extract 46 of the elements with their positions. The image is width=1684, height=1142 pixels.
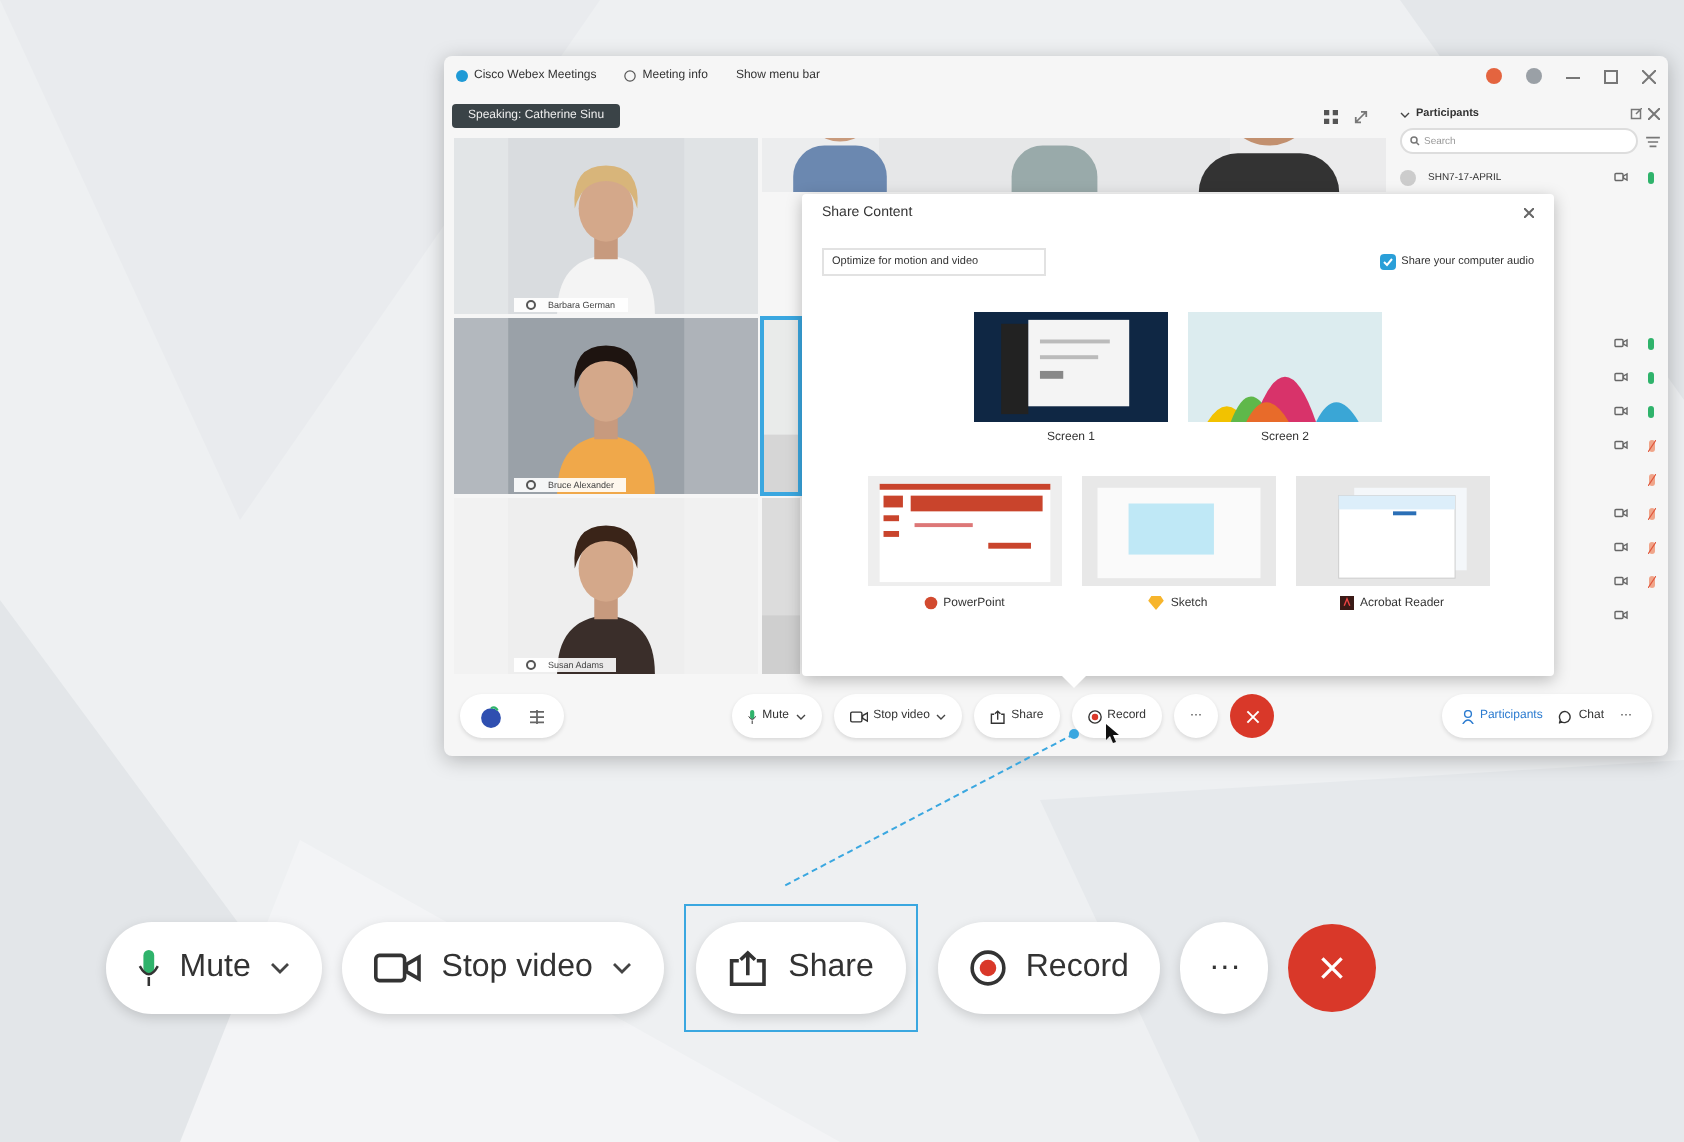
end-meeting-button[interactable]: [1230, 694, 1274, 738]
maximize-icon[interactable]: [1604, 69, 1618, 83]
avatar-icon: [1400, 169, 1416, 185]
webex-logo-icon: [456, 70, 468, 82]
close-icon[interactable]: [1642, 69, 1656, 83]
filter-icon[interactable]: [1646, 135, 1660, 147]
search-icon: [1410, 136, 1420, 146]
expand-icon[interactable]: [1354, 109, 1368, 123]
share-icon: [989, 709, 1006, 723]
app-icon: [1339, 596, 1354, 610]
share-button[interactable]: Share: [684, 904, 918, 1032]
grid-icon[interactable]: [530, 709, 544, 723]
caret-icon[interactable]: [270, 962, 291, 974]
mute-button[interactable]: Mute: [106, 922, 323, 1014]
cursor-icon: [1106, 724, 1120, 744]
close-icon: [1320, 956, 1345, 980]
checkbox[interactable]: [1379, 254, 1396, 270]
signal-icon: [526, 480, 536, 490]
caret-icon[interactable]: [612, 962, 633, 974]
popout-icon[interactable]: [1630, 108, 1642, 120]
camera-icon: [849, 709, 868, 723]
grid-view-icon[interactable]: [1324, 109, 1338, 123]
record-button[interactable]: Record: [937, 922, 1161, 1014]
person-icon: [1461, 709, 1474, 723]
microphone-icon: [138, 950, 160, 986]
caret-icon[interactable]: [935, 713, 946, 719]
caret-icon[interactable]: [795, 713, 805, 719]
status-dot-icon: [1486, 68, 1502, 84]
signal-icon: [526, 300, 536, 310]
caret-icon[interactable]: [1400, 111, 1410, 117]
close-icon[interactable]: [1524, 208, 1534, 218]
camera-icon: [374, 950, 422, 986]
share-icon: [728, 950, 769, 986]
close-icon: [1245, 709, 1259, 723]
app-icon: [923, 596, 938, 610]
record-icon: [969, 950, 1006, 986]
signal-icon: [526, 660, 536, 670]
info-icon: [624, 70, 637, 82]
webex-logo-icon[interactable]: [480, 705, 502, 727]
diamond-icon: [1148, 596, 1165, 610]
avatar-icon: [1526, 68, 1542, 84]
record-icon: [1087, 709, 1102, 723]
chat-icon: [1558, 709, 1573, 723]
stop-video-button[interactable]: Stop video: [342, 922, 665, 1014]
close-icon[interactable]: [1648, 108, 1660, 120]
microphone-icon: [747, 709, 757, 723]
